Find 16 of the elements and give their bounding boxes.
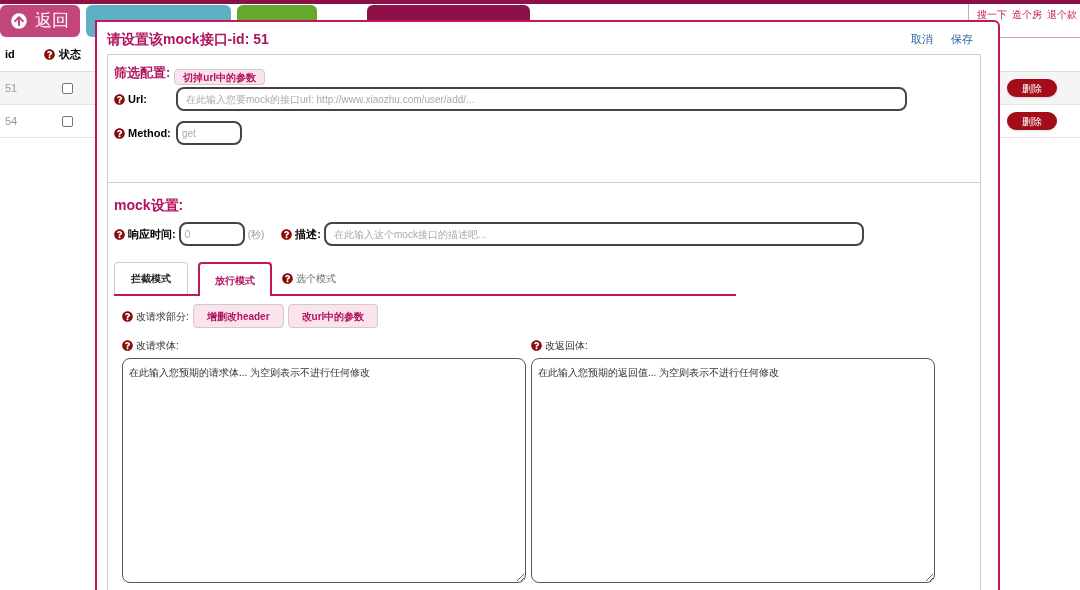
field-label: Method: (128, 125, 171, 141)
field-label: 改返回体: (545, 338, 588, 353)
column-header: id (4, 47, 16, 63)
field-label: 描述: (295, 226, 321, 242)
field-label: Url: (128, 91, 147, 107)
mode-hint: 选个模式 (296, 271, 336, 286)
id-cell-text: 51 (4, 80, 19, 96)
section-title: 筛选配置: (114, 64, 171, 82)
field-label: 改请求部分: (136, 309, 189, 324)
field-label: 改请求体: (136, 338, 179, 353)
column-header: 状态 (59, 47, 81, 63)
unit-label: (秒) (247, 227, 265, 242)
dialog-title: 请设置该mock接口-id: 51 (107, 29, 269, 49)
id-cell-text: 54 (4, 113, 19, 129)
section-title: mock设置: (114, 196, 185, 215)
field-label: 响应时间: (128, 226, 176, 242)
